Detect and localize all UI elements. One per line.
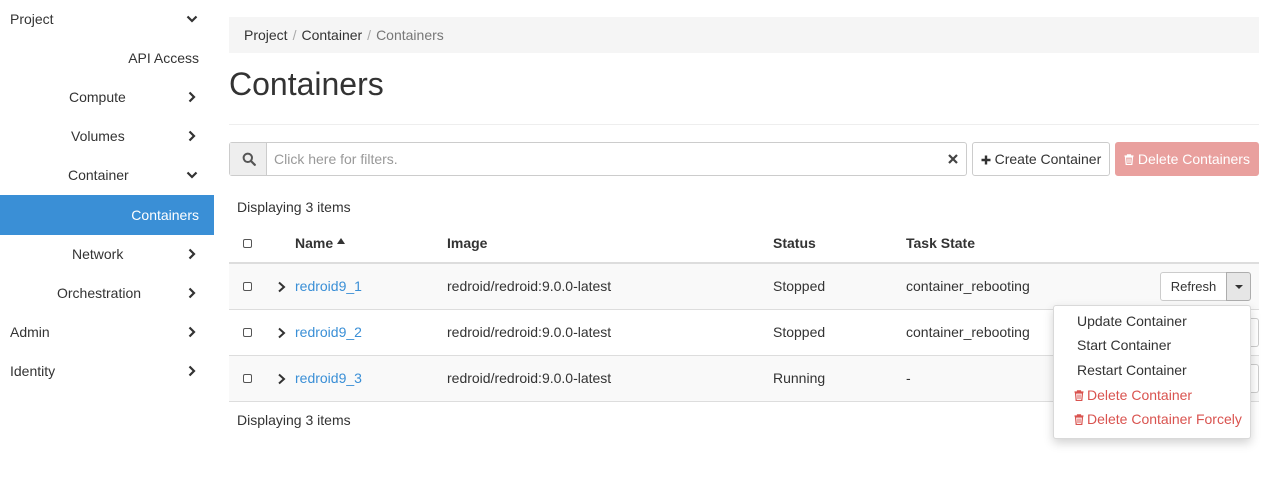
chevron-right-icon [188,130,196,141]
breadcrumb: Project / Container / Containers [229,17,1259,53]
chevron-right-icon [188,326,196,337]
row-actions-dropdown: Update Container Start Container Restart… [1053,305,1251,439]
sidebar-item-label: Containers [131,207,199,223]
container-name-link[interactable]: redroid9_3 [295,370,362,386]
image-cell: redroid/redroid:9.0.0-latest [447,309,773,356]
sidebar-item-label: Project [10,10,54,27]
select-all-checkbox[interactable] [243,238,252,248]
chevron-down-icon [186,15,198,23]
restart-container-item[interactable]: Restart Container [1054,359,1250,381]
container-name-link[interactable]: redroid9_2 [295,324,362,340]
breadcrumb-item-containers: Containers [376,27,444,43]
image-cell: redroid/redroid:9.0.0-latest [447,263,773,310]
expand-chevron-icon[interactable] [277,373,286,385]
delete-containers-label: Delete Containers [1137,151,1250,167]
breadcrumb-separator: / [367,27,372,43]
sidebar-item-containers[interactable]: Containers [0,195,214,235]
sidebar-item-container[interactable]: Container [0,156,214,193]
task-state-cell: container_rebooting [906,263,1086,310]
expand-chevron-icon[interactable] [277,281,286,293]
plus-icon [981,155,991,165]
sidebar-item-label: Identity [10,362,56,379]
sort-asc-icon [337,237,346,244]
sidebar-item-label: Network [72,245,124,262]
column-header-status: Status [773,223,906,264]
table-row: redroid9_1 redroid/redroid:9.0.0-latest … [229,263,1259,310]
create-container-button[interactable]: Create Container [972,142,1110,176]
item-count-footer: Displaying 3 items [237,412,351,428]
caret-down-icon [1235,285,1243,289]
item-count: Displaying 3 items [237,199,351,215]
expand-chevron-icon[interactable] [277,327,286,339]
row-checkbox[interactable] [243,282,252,292]
status-cell: Running [773,355,906,402]
breadcrumb-item-project[interactable]: Project [244,27,288,43]
delete-container-item[interactable]: Delete Container [1054,384,1250,406]
column-header-image: Image [447,223,773,264]
close-icon[interactable] [946,152,960,166]
divider [229,124,1259,125]
filter-bar [229,142,967,176]
page-title: Containers [229,66,384,102]
chevron-right-icon [188,365,196,376]
trash-icon [1074,414,1084,426]
chevron-right-icon [188,287,196,298]
breadcrumb-item-container[interactable]: Container [301,27,362,43]
sidebar-item-label: Orchestration [57,284,142,301]
container-name-link[interactable]: redroid9_1 [295,278,362,294]
breadcrumb-separator: / [292,27,297,43]
search-addon[interactable] [230,143,267,175]
sidebar-item-label: Admin [10,323,50,340]
sidebar-item-label: API Access [128,49,199,66]
sidebar-item-network[interactable]: Network [0,235,214,272]
status-cell: Stopped [773,309,906,356]
sidebar-item-label: Container [68,166,129,183]
sidebar-item-orchestration[interactable]: Orchestration [0,274,214,311]
sidebar-item-volumes[interactable]: Volumes [0,117,214,154]
chevron-right-icon [188,91,196,102]
filter-input[interactable] [268,143,938,175]
trash-icon [1124,154,1134,166]
status-cell: Stopped [773,263,906,310]
sidebar-item-admin[interactable]: Admin [0,313,214,350]
column-header-task-state: Task State [906,223,1086,264]
search-icon [242,152,256,166]
delete-container-forcely-label: Delete Container Forcely [1087,411,1242,427]
sidebar-item-identity[interactable]: Identity [0,352,214,389]
column-header-name[interactable]: Name [295,223,447,264]
start-container-item[interactable]: Start Container [1054,334,1250,356]
delete-containers-button[interactable]: Delete Containers [1115,142,1259,176]
image-cell: redroid/redroid:9.0.0-latest [447,355,773,402]
sidebar-item-compute[interactable]: Compute [0,78,214,115]
delete-container-label: Delete Container [1087,387,1193,403]
sidebar-item-api-access[interactable]: API Access [0,39,214,76]
table-header-row: Name Image Status Task State [229,223,1259,264]
chevron-right-icon [188,248,196,259]
create-container-label: Create Container [994,151,1102,167]
chevron-down-icon [186,171,198,179]
sidebar-item-project[interactable]: Project [0,0,214,37]
row-checkbox[interactable] [243,328,252,337]
sidebar-item-label: Compute [69,88,126,105]
sidebar-item-label: Volumes [71,127,125,144]
delete-container-forcely-item[interactable]: Delete Container Forcely [1054,408,1250,430]
update-container-item[interactable]: Update Container [1054,310,1250,332]
trash-icon [1074,390,1084,402]
sidebar: Project API Access Compute Volumes Conta… [0,0,214,492]
row-checkbox[interactable] [243,374,252,383]
refresh-button[interactable]: Refresh [1160,272,1227,301]
row-actions-toggle[interactable] [1226,272,1251,301]
